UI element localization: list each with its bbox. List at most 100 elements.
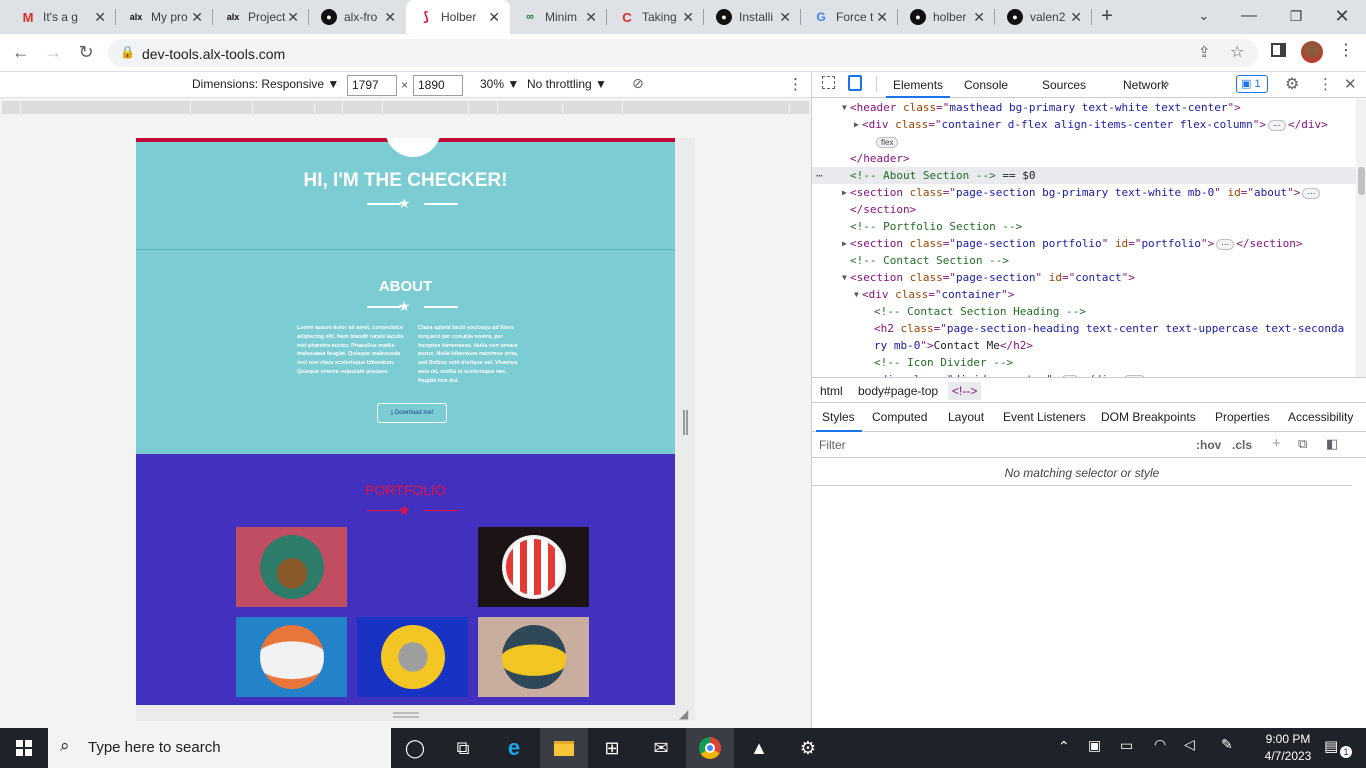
- devtools-menu-icon[interactable]: ⋮: [1318, 75, 1333, 93]
- close-tab-icon[interactable]: ✕: [94, 9, 106, 25]
- dom-node-line[interactable]: <!-- Icon Divider -->: [812, 354, 1356, 371]
- bookmark-star-icon[interactable]: ☆: [1230, 42, 1244, 62]
- browser-tab[interactable]: M It's a g ✕: [8, 0, 116, 34]
- tab-console[interactable]: Console: [964, 78, 1008, 92]
- dom-node-line[interactable]: </section>: [812, 201, 1356, 218]
- dom-node-line[interactable]: <!-- Contact Section -->: [812, 252, 1356, 269]
- browser-tab[interactable]: alx Project ✕: [213, 0, 309, 34]
- dom-scrollbar-thumb[interactable]: [1358, 167, 1365, 195]
- dom-node-line[interactable]: ry mb-0">Contact Me</h2>: [812, 337, 1356, 354]
- dom-node-line[interactable]: ▶ <section class="page-section bg-primary…: [812, 184, 1356, 201]
- throttling-select[interactable]: No throttling ▼: [527, 77, 607, 91]
- tab-search-icon[interactable]: ⌄: [1193, 6, 1215, 26]
- collapse-triangle-icon[interactable]: ▶: [842, 184, 847, 201]
- taskbar-search-box[interactable]: ⌕ Type here to search: [48, 728, 391, 768]
- browser-tab[interactable]: G Force t ✕: [801, 0, 898, 34]
- more-tabs-icon[interactable]: »: [1161, 75, 1169, 92]
- dom-node-line[interactable]: ▶ <div class="container d-flex align-item…: [812, 116, 1356, 133]
- breadcrumb-comment[interactable]: <!-->: [948, 382, 982, 400]
- styles-tab-properties[interactable]: Properties: [1215, 410, 1270, 424]
- minimize-button[interactable]: —: [1238, 6, 1260, 26]
- device-toggle-icon[interactable]: [848, 75, 862, 91]
- resize-handle-right[interactable]: [683, 410, 688, 435]
- styles-tab-accessibility[interactable]: Accessibility: [1288, 410, 1353, 424]
- dom-badge[interactable]: flex: [876, 136, 899, 148]
- dom-node-line[interactable]: ▶ <section class="page-section portfolio"…: [812, 235, 1356, 252]
- media-query-ruler[interactable]: [2, 101, 809, 114]
- expand-triangle-icon[interactable]: ▼: [854, 286, 859, 303]
- resize-corner-icon[interactable]: ◢: [679, 707, 688, 721]
- browser-tab[interactable]: ● holber ✕: [898, 0, 995, 34]
- dom-tree[interactable]: ▼ <header class="masthead bg-primary text…: [812, 99, 1356, 377]
- portfolio-tile-game[interactable]: [236, 617, 347, 697]
- new-rule-icon[interactable]: +: [1272, 435, 1281, 452]
- dom-node-line[interactable]: </header>: [812, 150, 1356, 167]
- browser-tab[interactable]: C Taking ✕: [607, 0, 704, 34]
- restore-button[interactable]: ❐: [1285, 6, 1307, 26]
- styles-tab-styles[interactable]: Styles: [822, 410, 855, 424]
- browser-tab[interactable]: ● valen2 ✕: [995, 0, 1092, 34]
- close-tab-icon[interactable]: ✕: [585, 9, 597, 25]
- close-tab-icon[interactable]: ✕: [973, 9, 985, 25]
- styles-tab-dom-breakpoints[interactable]: DOM Breakpoints: [1101, 410, 1196, 424]
- hov-toggle[interactable]: :hov: [1196, 438, 1221, 452]
- tab-sources[interactable]: Sources: [1042, 78, 1086, 92]
- browser-tab[interactable]: ⟆ Holber ✕: [406, 0, 510, 34]
- close-tab-icon[interactable]: ✕: [779, 9, 791, 25]
- back-icon[interactable]: ←: [10, 42, 32, 62]
- close-tab-icon[interactable]: ✕: [682, 9, 694, 25]
- filter-input[interactable]: Filter: [819, 438, 1189, 452]
- breadcrumb-html[interactable]: html: [820, 384, 843, 398]
- dimensions-select[interactable]: Dimensions: Responsive ▼: [192, 77, 339, 91]
- portfolio-tile-cabin[interactable]: [236, 527, 347, 607]
- side-panel-icon[interactable]: [1271, 43, 1286, 57]
- dom-scrollbar[interactable]: [1356, 99, 1366, 377]
- close-devtools-icon[interactable]: ✕: [1344, 75, 1357, 93]
- dom-node-line[interactable]: ⋯ <!-- About Section --> == $0: [812, 167, 1356, 184]
- task-view-icon[interactable]: ⧉: [439, 728, 487, 768]
- portfolio-tile-circus[interactable]: [478, 527, 589, 607]
- styles-tab-event-listeners[interactable]: Event Listeners: [1003, 410, 1086, 424]
- issues-badge[interactable]: ▣ 1: [1236, 75, 1268, 93]
- clock-time[interactable]: 9:00 PM: [1258, 732, 1318, 746]
- notification-center-icon[interactable]: ▤: [1324, 737, 1338, 755]
- store-icon[interactable]: ⊞: [588, 728, 636, 768]
- close-tab-icon[interactable]: ✕: [191, 9, 203, 25]
- portfolio-tile-safe[interactable]: [357, 617, 468, 697]
- dom-badge[interactable]: ⋯: [1216, 238, 1235, 250]
- edge-icon[interactable]: e: [490, 728, 538, 768]
- chrome-icon[interactable]: [686, 728, 734, 768]
- dom-badge[interactable]: ⋯: [1268, 119, 1287, 131]
- expand-triangle-icon[interactable]: ▼: [842, 269, 847, 286]
- styles-tab-layout[interactable]: Layout: [948, 410, 984, 424]
- viewport-width-input[interactable]: 1797: [347, 75, 397, 96]
- close-tab-icon[interactable]: ✕: [876, 9, 888, 25]
- windows-start-icon[interactable]: [0, 728, 48, 768]
- tray-app-icon[interactable]: ▣: [1088, 737, 1101, 754]
- new-tab-button[interactable]: +: [1096, 6, 1118, 26]
- resize-handle-bottom[interactable]: [393, 712, 419, 718]
- mail-icon[interactable]: ✉: [637, 728, 685, 768]
- volume-icon[interactable]: ◁: [1184, 736, 1195, 753]
- collapse-triangle-icon[interactable]: ▶: [842, 235, 847, 252]
- close-window-button[interactable]: ✕: [1331, 6, 1353, 26]
- reload-icon[interactable]: ↻: [75, 42, 97, 62]
- dom-node-line[interactable]: <h2 class="page-section-heading text-cen…: [812, 320, 1356, 337]
- dom-node-line[interactable]: ▼ <section class="page-section" id="conta…: [812, 269, 1356, 286]
- close-tab-icon[interactable]: ✕: [1070, 9, 1082, 25]
- settings-icon[interactable]: ⚙: [784, 728, 832, 768]
- close-tab-icon[interactable]: ✕: [287, 9, 299, 25]
- dom-node-line[interactable]: ▼ <div class="container">: [812, 286, 1356, 303]
- profile-avatar[interactable]: [1301, 41, 1323, 63]
- settings-gear-icon[interactable]: ⚙: [1285, 74, 1299, 94]
- browser-tab[interactable]: ● Installi ✕: [704, 0, 801, 34]
- cortana-icon[interactable]: ◯: [391, 728, 439, 768]
- styles-tab-computed[interactable]: Computed: [872, 410, 927, 424]
- zoom-select[interactable]: 30% ▼: [480, 77, 519, 91]
- photos-icon[interactable]: ▲: [735, 728, 783, 768]
- browser-tab[interactable]: ● alx-fro ✕: [309, 0, 406, 34]
- dom-node-line[interactable]: <!-- Portfolio Section -->: [812, 218, 1356, 235]
- inspect-element-icon[interactable]: [822, 76, 835, 89]
- toggle-sidebar-icon[interactable]: ◧: [1326, 436, 1338, 452]
- expand-triangle-icon[interactable]: ▼: [842, 99, 847, 116]
